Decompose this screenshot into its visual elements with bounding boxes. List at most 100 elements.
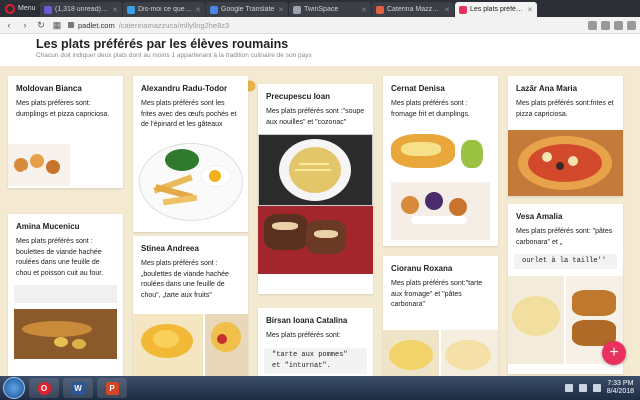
cheese-tart-photo[interactable]	[383, 330, 439, 376]
post-author: Birsan Ioana Catalina	[266, 316, 348, 325]
cozonac-photo[interactable]	[258, 206, 373, 274]
page-icon	[127, 5, 135, 14]
post-text: Mes plats préférés sont : „boulettes de …	[141, 260, 229, 299]
padlet-icon	[376, 5, 384, 14]
fries-eggs-spinach-photo[interactable]	[133, 136, 248, 225]
menu-label: Menu	[18, 5, 36, 12]
tab-label: Caterina Mazzuca (c	[387, 6, 442, 13]
dumplings-photo[interactable]	[391, 182, 490, 240]
download-icon[interactable]	[614, 20, 623, 30]
post-cernat-denisa[interactable]: Cernat Denisa Mes plats préférés sont : …	[383, 76, 498, 246]
post-moldovan-bianca[interactable]: Moldovan Bianca Mes plats préfères sont:…	[8, 76, 123, 188]
post-text: Mes plats préférés sont:frites et pizza …	[516, 100, 614, 118]
page-title: Les plats préférés par les élèves roumai…	[36, 37, 289, 51]
opera-icon: O	[37, 381, 51, 395]
post-text: Mes plats préférés sont:"tarte aux froma…	[391, 280, 483, 308]
tab-twinspace[interactable]: TwinSpace ✕	[289, 2, 371, 17]
post-author: Vesa Amalia	[516, 212, 563, 221]
post-text: Mes plats préférés sont : boulettes de v…	[16, 238, 104, 277]
network-icon[interactable]	[578, 384, 587, 392]
url-host: padlet.com	[78, 20, 115, 30]
tab-label: Les plats préférés par	[470, 6, 525, 13]
back-icon[interactable]: ‹	[4, 20, 14, 30]
address-bar: ‹ › ↻ ▦ padlet.com/caterinamazzuca/mllyl…	[0, 17, 640, 34]
reload-icon[interactable]: ↻	[36, 20, 46, 30]
dumplings-photo[interactable]	[8, 144, 70, 186]
clock-time: 7:33 PM	[607, 379, 634, 387]
tab-inbox[interactable]: (1,318 unread) - com ✕	[40, 2, 122, 17]
tab-dis-moi[interactable]: Dis-moi ce que tu m ✕	[123, 2, 205, 17]
translate-icon	[210, 5, 218, 14]
pizza-photo[interactable]	[508, 130, 623, 196]
tab-les-plats[interactable]: Les plats préférés par ✕	[455, 2, 537, 17]
mail-icon	[44, 5, 52, 14]
post-lazar-ana-maria[interactable]: Lazăr Ana Maria Mes plats préférés sont:…	[508, 76, 623, 196]
carbonara-photo[interactable]	[441, 330, 498, 376]
post-birsan-ioana-catalina[interactable]: Birsan Ioana Catalina Mes plats préférés…	[258, 308, 373, 376]
camera-icon[interactable]	[588, 20, 597, 30]
close-icon[interactable]: ✕	[527, 6, 533, 14]
post-author: Lazăr Ana Maria	[516, 84, 578, 93]
post-text: Mes plats préférés sont: "pâtes carbonar…	[516, 228, 613, 246]
post-stinea-andreea[interactable]: Stinea Andreea Mes plats préférés sont :…	[133, 236, 248, 376]
post-text: Mes plats préférés sont : fromage frit e…	[391, 100, 470, 118]
taskbar-powerpoint[interactable]: P	[97, 378, 127, 398]
word-icon: W	[71, 381, 85, 395]
tab-caterina[interactable]: Caterina Mazzuca (c ✕	[372, 2, 454, 17]
start-button[interactable]	[3, 377, 25, 399]
padlet-header: Les plats préférés par les élèves roumai…	[0, 34, 640, 66]
lock-icon	[68, 22, 74, 28]
tab-label: (1,318 unread) - com	[55, 6, 109, 13]
fried-cheese-photo[interactable]	[383, 126, 498, 182]
post-amina-mucenicu[interactable]: Amina Mucenicu Mes plats préférés sont :…	[8, 214, 123, 376]
noodle-soup-photo[interactable]	[258, 134, 373, 206]
post-alexandru-radu-todor[interactable]: Alexandru Radu-Todor Mes plats préférés …	[133, 76, 248, 232]
post-precupescu-ioan[interactable]: Precupescu Ioan Mes plats préférés sont …	[258, 84, 373, 294]
taskbar-word[interactable]: W	[63, 378, 93, 398]
url-path: /caterinamazzuca/mllyllng2he8z3	[118, 20, 230, 30]
padlet-icon	[459, 5, 467, 14]
baked-fish-photo[interactable]	[14, 309, 117, 359]
close-icon[interactable]: ✕	[361, 6, 367, 14]
url-field[interactable]: padlet.com/caterinamazzuca/mllyllng2he8z…	[68, 19, 582, 31]
post-author: Precupescu Ioan	[266, 92, 331, 101]
post-author: Amina Mucenicu	[16, 222, 80, 231]
bookmark-icon[interactable]	[601, 20, 610, 30]
stuffed-cabbage-photo[interactable]	[133, 314, 203, 376]
post-author: Moldovan Bianca	[16, 84, 82, 93]
tab-google-translate[interactable]: Google Translate ✕	[206, 2, 288, 17]
post-author: Alexandru Radu-Todor	[141, 84, 228, 93]
post-author: Cernat Denisa	[391, 84, 445, 93]
tab-label: Google Translate	[221, 6, 275, 13]
page-icon	[293, 5, 301, 14]
powerpoint-icon: P	[105, 381, 119, 395]
volume-icon[interactable]	[592, 384, 601, 392]
extensions-icon[interactable]	[627, 20, 636, 30]
system-clock[interactable]: 7:33 PM 8/4/2018	[607, 380, 634, 397]
speed-dial-icon[interactable]: ▦	[52, 20, 62, 30]
close-icon[interactable]: ✕	[278, 6, 284, 14]
system-tray: 7:33 PM 8/4/2018	[564, 380, 640, 397]
close-icon[interactable]: ✕	[195, 6, 201, 14]
add-post-button[interactable]: +	[602, 341, 626, 365]
post-text: Mes plats préférés sont :"soupe aux noui…	[266, 108, 365, 126]
opera-menu-button[interactable]: Menu	[0, 0, 40, 17]
post-attachment-placeholder	[14, 285, 117, 303]
tab-label: TwinSpace	[304, 6, 339, 13]
forward-icon[interactable]: ›	[20, 20, 30, 30]
close-icon[interactable]: ✕	[112, 6, 118, 14]
post-cioranu-roxana[interactable]: Cioranu Roxana Mes plats préférés sont:"…	[383, 256, 498, 376]
taskbar-opera[interactable]: O	[29, 378, 59, 398]
tab-label: Dis-moi ce que tu m	[138, 6, 193, 13]
page-subtitle: Chacun doit indiquer deux plats dont au …	[36, 52, 312, 59]
close-icon[interactable]: ✕	[444, 6, 450, 14]
post-text: Mes plats préférés sont les frites avec …	[141, 100, 237, 128]
post-author: Stinea Andreea	[141, 244, 199, 253]
fruit-tart-photo[interactable]	[205, 314, 248, 376]
post-author: Cioranu Roxana	[391, 264, 453, 273]
post-text: Mes plats préfères sont: dumplings et pi…	[16, 100, 110, 118]
clock-date: 8/4/2018	[606, 388, 634, 395]
flag-icon[interactable]	[564, 384, 573, 392]
browser-tab-bar: Menu (1,318 unread) - com ✕ Dis-moi ce q…	[0, 0, 640, 17]
carbonara-photo[interactable]	[508, 276, 564, 364]
